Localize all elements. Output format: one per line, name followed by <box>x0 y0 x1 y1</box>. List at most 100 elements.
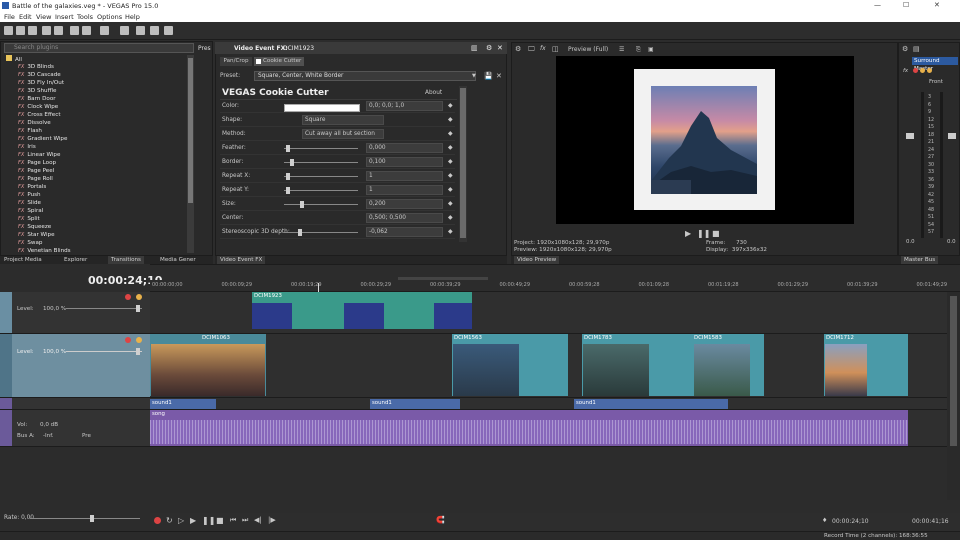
fader-right[interactable] <box>948 133 956 139</box>
loop-region[interactable] <box>398 277 488 280</box>
param-value[interactable]: 1 <box>366 171 443 181</box>
menu-tools[interactable]: Tools <box>77 13 93 21</box>
audio-clip-1[interactable]: sound1 <box>150 399 216 409</box>
new-file-icon[interactable] <box>4 26 13 35</box>
track-header-fx[interactable]: Level: 100,0 % <box>0 292 150 334</box>
chain-pan-crop[interactable]: Pan/Crop <box>220 57 252 66</box>
keyframe-icon[interactable]: ◆ <box>448 158 453 165</box>
fx-icon[interactable]: fx <box>540 45 546 52</box>
lane-video[interactable]: DCIM1063 DCIM1563 DCIM1783 DCIM1583 DCIM1… <box>150 334 947 398</box>
gear-icon[interactable]: ⚙ <box>515 45 521 53</box>
audio-clip-2[interactable]: sound1 <box>370 399 460 409</box>
transition-item[interactable]: FX Flash <box>4 127 188 135</box>
selection-tool-icon[interactable] <box>164 26 173 35</box>
keyframe-icon[interactable]: ◆ <box>448 130 453 137</box>
param-slider[interactable] <box>284 229 358 236</box>
plugin-scrollbar[interactable] <box>187 55 194 253</box>
minimize-button[interactable]: — <box>874 1 881 9</box>
solo-icon[interactable] <box>927 68 932 73</box>
play-from-start-icon[interactable]: ▷ <box>178 516 184 525</box>
prev-frame-icon[interactable]: ◀| <box>254 516 262 524</box>
monitor-icon[interactable]: 🖵 <box>528 45 535 54</box>
keyframe-icon[interactable]: ◆ <box>448 116 453 123</box>
fx-param-row[interactable]: Repeat Y: 1 ◆ <box>220 184 455 197</box>
transition-item[interactable]: FX Spiral <box>4 207 188 215</box>
keyframe-icon[interactable]: ◆ <box>448 102 453 109</box>
solo-icon[interactable] <box>136 294 142 300</box>
preset-dropdown[interactable]: Square, Center, White Border <box>254 71 476 81</box>
music-clip[interactable]: song <box>150 410 908 446</box>
play-icon[interactable]: ▶ <box>190 516 196 525</box>
video-clip-1[interactable]: DCIM1063 <box>150 334 266 396</box>
keyframe-icon[interactable]: ◆ <box>448 186 453 193</box>
fx-param-row[interactable]: Repeat X: 1 ◆ <box>220 170 455 183</box>
split-icon[interactable]: ▥ <box>471 44 478 52</box>
empty-timeline[interactable] <box>0 447 947 513</box>
track-header-audio-1[interactable] <box>0 398 150 410</box>
timeline-ruler[interactable]: 00:00:00;00 00:00:09;29 00:00:19;29 00:00:2… <box>150 280 960 292</box>
tab-transitions[interactable]: Transitions <box>108 256 144 264</box>
transition-item[interactable]: FX Squeeze <box>4 223 188 231</box>
mute-icon[interactable] <box>125 294 131 300</box>
stop-icon[interactable]: ■ <box>712 229 720 238</box>
mute-icon[interactable] <box>920 68 925 73</box>
tree-root[interactable]: All <box>4 55 188 63</box>
fx-param-row[interactable]: Border: 0,100 ◆ <box>220 156 455 169</box>
transition-item[interactable]: FX Linear Wipe <box>4 151 188 159</box>
stop-icon[interactable]: ■ <box>216 516 224 525</box>
pre-toggle[interactable]: Pre <box>82 433 91 439</box>
param-value[interactable]: 0,0; 0,0; 1,0 <box>366 101 443 111</box>
lane-audio-1[interactable]: sound1 sound1 sound1 <box>150 398 947 410</box>
transition-item[interactable]: FX 3D Shuffle <box>4 87 188 95</box>
fader-left[interactable] <box>906 133 914 139</box>
render-icon[interactable] <box>42 26 51 35</box>
lane-music[interactable]: song <box>150 410 947 447</box>
fx-icon[interactable]: fx <box>903 68 908 74</box>
transition-item[interactable]: FX Portals <box>4 183 188 191</box>
lane-fx[interactable]: DCIM1923 <box>150 292 947 334</box>
fx-param-row[interactable]: Center: 0,500; 0,500 ◆ <box>220 212 455 225</box>
open-icon[interactable] <box>16 26 25 35</box>
record-icon[interactable] <box>154 517 161 524</box>
next-frame-icon[interactable]: |▶ <box>268 516 276 524</box>
transition-item[interactable]: FX Gradient Wipe <box>4 135 188 143</box>
redo-icon[interactable] <box>120 26 129 35</box>
split-screen-icon[interactable]: ◫ <box>552 45 559 53</box>
pause-icon[interactable]: ❚❚ <box>202 516 215 525</box>
fx-param-row[interactable]: Feather: 0,000 ◆ <box>220 142 455 155</box>
param-value[interactable]: Cut away all but section <box>302 129 384 139</box>
fx-param-row[interactable]: Stereoscopic 3D depth: -0,062 ◆ <box>220 226 455 239</box>
menu-view[interactable]: View <box>36 13 51 21</box>
video-clip-5[interactable]: DCIM1712 <box>824 334 908 396</box>
marker-icon[interactable]: ♦ <box>822 517 827 524</box>
go-to-end-icon[interactable]: ⏭ <box>242 516 248 525</box>
gear-icon[interactable]: ⚙ <box>486 44 492 52</box>
param-slider[interactable] <box>284 173 358 180</box>
record-icon[interactable] <box>913 68 918 73</box>
param-slider[interactable] <box>284 145 358 152</box>
transition-item[interactable]: FX 3D Blinds <box>4 63 188 71</box>
fx-param-row[interactable]: Shape: Square ◆ <box>220 114 455 127</box>
transition-item[interactable]: FX Split <box>4 215 188 223</box>
save-icon[interactable] <box>28 26 37 35</box>
envelope-tool-icon[interactable] <box>150 26 159 35</box>
close-icon[interactable]: ✕ <box>497 44 503 52</box>
edit-tool-icon[interactable] <box>136 26 145 35</box>
video-clip-2[interactable]: DCIM1563 <box>452 334 568 396</box>
play-icon[interactable]: ▶ <box>685 229 691 238</box>
search-input[interactable]: Search plugins <box>4 43 194 53</box>
save-preset-icon[interactable]: 💾 <box>484 72 493 80</box>
param-value[interactable]: -0,062 <box>366 227 443 237</box>
save-snapshot-icon[interactable]: ▣ <box>648 46 654 53</box>
transition-item[interactable]: FX Clock Wipe <box>4 103 188 111</box>
loop-icon[interactable]: ↻ <box>166 516 173 525</box>
transition-item[interactable]: FX 3D Fly In/Out <box>4 79 188 87</box>
transition-item[interactable]: FX Page Peel <box>4 167 188 175</box>
properties-icon[interactable] <box>54 26 63 35</box>
transition-item[interactable]: FX Venetian Blinds <box>4 247 188 255</box>
maximize-button[interactable]: ☐ <box>903 1 909 9</box>
mixer-view-icon[interactable]: ▤ <box>913 45 920 53</box>
about-button[interactable]: About <box>425 90 442 96</box>
menu-help[interactable]: Help <box>125 13 140 21</box>
color-swatch[interactable] <box>284 104 360 112</box>
